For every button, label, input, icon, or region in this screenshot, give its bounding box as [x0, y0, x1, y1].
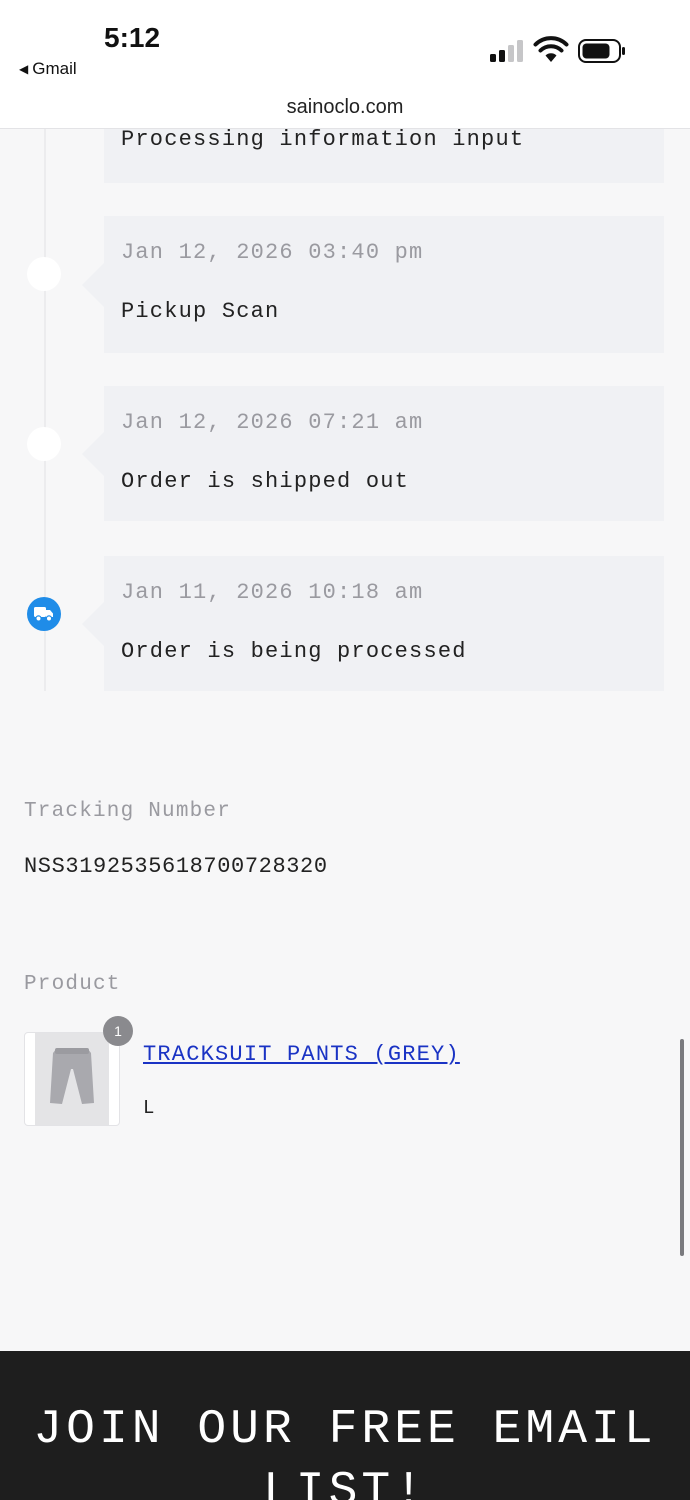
event-date: Jan 11, 2026 10:18 am [121, 580, 424, 605]
clock: 5:12 [104, 22, 161, 53]
product-name-link[interactable]: TRACKSUIT PANTS (GREY) [143, 1042, 460, 1067]
tracking-number-value: NSS3192535618700728320 [24, 854, 328, 879]
product-variant: L [143, 1097, 155, 1119]
pants-image [35, 1033, 109, 1125]
event-description: Pickup Scan [121, 299, 280, 324]
timeline-event: Jan 12, 2026 07:21 am Order is shipped o… [82, 386, 664, 521]
page-url: sainoclo.com [286, 96, 404, 118]
event-date: Jan 12, 2026 03:40 pm [121, 240, 424, 265]
timeline-event: Jan 12, 2026 03:40 pm Pickup Scan [82, 216, 664, 353]
newsletter-heading: JOIN OUR FREE EMAIL LIST! [33, 1403, 657, 1500]
back-app-label: Gmail [32, 59, 77, 78]
event-description: Processing information input [121, 127, 525, 152]
timeline-event: Jan 11, 2026 10:18 am Order is being pro… [82, 556, 664, 691]
quantity-badge: 1 [103, 1016, 133, 1046]
scrollbar[interactable] [680, 1039, 684, 1256]
timeline-dot [27, 427, 61, 461]
battery-icon [578, 39, 625, 63]
timeline-event: Processing information input [104, 127, 664, 183]
browser-address-bar[interactable]: sainoclo.com [0, 90, 690, 129]
wifi-icon [533, 36, 569, 62]
product-image [35, 1033, 109, 1125]
back-to-app-button[interactable]: ◀ Gmail [19, 59, 77, 79]
status-bar: 5:12 ◀ Gmail [0, 0, 690, 90]
newsletter-footer: JOIN OUR FREE EMAIL LIST! [0, 1351, 690, 1500]
tracking-number-label: Tracking Number [24, 800, 232, 823]
truck-icon [34, 607, 53, 622]
event-description: Order is shipped out [121, 469, 410, 494]
timeline-dot [27, 257, 61, 291]
event-description: Order is being processed [121, 639, 467, 664]
product-thumbnail[interactable] [24, 1032, 120, 1126]
cellular-signal-icon [490, 40, 526, 62]
back-triangle-icon: ◀ [19, 62, 29, 76]
timeline-dot-current [27, 597, 61, 631]
product-section-label: Product [24, 973, 121, 996]
event-date: Jan 12, 2026 07:21 am [121, 410, 424, 435]
